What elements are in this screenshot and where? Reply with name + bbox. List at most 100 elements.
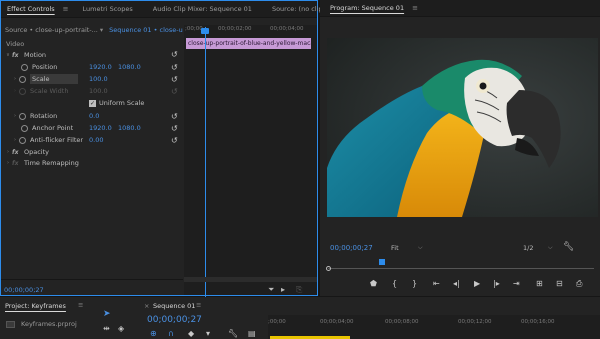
close-icon[interactable]: × bbox=[144, 302, 149, 310]
opacity-label: Opacity bbox=[24, 148, 50, 156]
extract-icon[interactable]: ⊟ bbox=[556, 280, 563, 288]
tools-panel: ➤ ⇹ ◈ bbox=[96, 305, 136, 339]
step-forward-icon[interactable]: |▸ bbox=[493, 280, 500, 288]
timeline-ruler[interactable]: ;00;00 00;00;04;00 00;00;08;00 00;00;12;… bbox=[268, 315, 600, 339]
position-row: Position 1920.0 1080.0 ↺ bbox=[1, 61, 183, 73]
play-only-audio-icon[interactable]: ▸ bbox=[281, 286, 285, 294]
project-file-name[interactable]: Keyframes.prproj bbox=[21, 320, 77, 328]
lift-icon[interactable]: ⊞ bbox=[536, 280, 543, 288]
project-tab[interactable]: Project: Keyframes bbox=[5, 302, 66, 310]
wrench-icon[interactable]: 🔧︎ bbox=[228, 330, 238, 338]
add-marker-icon[interactable]: ⬟ bbox=[370, 280, 377, 288]
reset-icon[interactable]: ↺ bbox=[171, 50, 178, 59]
stopwatch-icon[interactable] bbox=[19, 112, 26, 120]
dropdown-icon[interactable]: ⌵ bbox=[548, 244, 553, 252]
ruler-tick-label: 00;00;04;00 bbox=[320, 319, 354, 325]
fx-icon: fx bbox=[12, 159, 19, 167]
effect-controls-panel: Effect Controls ≡ Lumetri Scopes Audio C… bbox=[0, 0, 345, 297]
fx-icon[interactable]: fx bbox=[12, 52, 21, 59]
motion-effect-row[interactable]: ∨ fx Motion ↺ bbox=[1, 49, 183, 61]
project-panel: Project: Keyframes ≡ Keyframes.prproj bbox=[0, 297, 92, 339]
wrench-icon[interactable]: 🔧︎ bbox=[563, 242, 574, 252]
stopwatch-icon[interactable] bbox=[19, 136, 26, 144]
linked-selection-icon[interactable]: ∩ bbox=[168, 330, 174, 338]
sequence-tab[interactable]: Sequence 01 bbox=[153, 302, 195, 310]
panel-menu-icon[interactable]: ≡ bbox=[196, 301, 201, 309]
chevron-right-icon[interactable]: › bbox=[11, 76, 19, 82]
program-monitor-title[interactable]: Program: Sequence 01 bbox=[324, 4, 410, 12]
chevron-right-icon[interactable]: › bbox=[4, 149, 12, 155]
anti-flicker-value[interactable]: 0.00 bbox=[89, 136, 103, 144]
reset-icon[interactable]: ↺ bbox=[171, 63, 178, 72]
program-video-frame[interactable] bbox=[327, 38, 598, 217]
tab-audio-clip-mixer[interactable]: Audio Clip Mixer: Sequence 01 bbox=[147, 5, 258, 13]
playhead-handle[interactable] bbox=[201, 28, 209, 34]
position-label: Position bbox=[32, 63, 58, 71]
tab-effect-controls[interactable]: Effect Controls bbox=[1, 5, 61, 13]
time-remapping-row[interactable]: › fx Time Remapping bbox=[1, 157, 183, 169]
stopwatch-icon[interactable] bbox=[19, 75, 26, 83]
panel-menu-icon[interactable]: ≡ bbox=[412, 4, 418, 12]
program-timecode[interactable]: 00;00;00;27 bbox=[330, 244, 373, 252]
dropdown-icon[interactable]: ⌵ bbox=[418, 244, 423, 252]
captions-icon[interactable]: ▤ bbox=[248, 330, 256, 338]
uniform-scale-checkbox[interactable]: ✓ bbox=[89, 99, 96, 107]
selection-tool-icon[interactable]: ➤ bbox=[103, 310, 111, 319]
resolution-dropdown[interactable]: 1/2 bbox=[523, 244, 533, 252]
step-back-icon[interactable]: ◂| bbox=[453, 280, 460, 288]
timeline-panel: × Sequence 01 ≡ 00;00;00;27 ⊕ ∩ ◆ ▾ 🔧︎ ▤… bbox=[140, 297, 600, 339]
razor-tool-icon[interactable]: ◈ bbox=[118, 325, 124, 333]
export-icon[interactable]: ⎘ bbox=[296, 286, 302, 294]
program-timebar[interactable] bbox=[328, 268, 594, 269]
mark-in-icon[interactable]: { bbox=[392, 280, 397, 288]
go-to-out-icon[interactable]: ⇥ bbox=[513, 280, 520, 288]
marker-icon[interactable]: ▾ bbox=[206, 330, 210, 338]
stopwatch-icon[interactable] bbox=[21, 63, 28, 71]
scale-value[interactable]: 100.0 bbox=[89, 75, 108, 83]
camera-icon[interactable]: ⎙ bbox=[576, 280, 582, 288]
position-x-value[interactable]: 1920.0 bbox=[89, 63, 112, 71]
reset-icon[interactable]: ↺ bbox=[171, 136, 178, 145]
time-remapping-label: Time Remapping bbox=[24, 159, 79, 167]
timeline-scrollbar[interactable] bbox=[184, 277, 317, 282]
chevron-right-icon[interactable]: › bbox=[11, 137, 19, 143]
rotation-value[interactable]: 0.0 bbox=[89, 112, 99, 120]
anchor-x-value[interactable]: 1920.0 bbox=[89, 124, 112, 132]
timeline-timecode[interactable]: 00;00;00;27 bbox=[147, 315, 202, 325]
scale-row: › Scale 100.0 ↺ bbox=[1, 73, 183, 85]
current-timecode[interactable]: 00;00;00;27 bbox=[4, 286, 44, 294]
reset-icon[interactable]: ↺ bbox=[171, 124, 178, 133]
snap-icon[interactable]: ⊕ bbox=[150, 330, 157, 338]
chevron-right-icon[interactable]: › bbox=[11, 113, 19, 119]
uniform-scale-label: Uniform Scale bbox=[99, 99, 145, 107]
reset-icon[interactable]: ↺ bbox=[171, 75, 178, 84]
ruler-tick-label: 00;00;08;00 bbox=[385, 319, 419, 325]
anti-flicker-row: › Anti-flicker Filter 0.00 ↺ bbox=[1, 134, 183, 146]
add-marker-icon[interactable]: ◆ bbox=[188, 330, 194, 338]
position-y-value[interactable]: 1080.0 bbox=[118, 63, 141, 71]
anti-flicker-label: Anti-flicker Filter bbox=[30, 136, 84, 144]
panel-menu-icon[interactable]: ≡ bbox=[78, 301, 83, 309]
stopwatch-icon[interactable] bbox=[21, 124, 28, 132]
ripple-edit-tool-icon[interactable]: ⇹ bbox=[103, 325, 110, 333]
program-playhead[interactable] bbox=[379, 259, 385, 265]
tab-lumetri-scopes[interactable]: Lumetri Scopes bbox=[77, 5, 139, 13]
go-to-in-icon[interactable]: ⇤ bbox=[433, 280, 440, 288]
reset-icon[interactable]: ↺ bbox=[171, 112, 178, 121]
panel-menu-icon[interactable]: ≡ bbox=[63, 5, 69, 13]
playhead-line[interactable] bbox=[205, 27, 206, 297]
chevron-right-icon[interactable]: › bbox=[4, 160, 12, 166]
source-clip-label[interactable]: Source • close-up-portrait-... bbox=[5, 26, 98, 34]
chevron-down-icon[interactable]: ∨ bbox=[4, 52, 12, 58]
divider bbox=[1, 279, 183, 280]
play-icon[interactable]: ▶ bbox=[474, 280, 480, 288]
in-marker[interactable] bbox=[326, 266, 331, 271]
anchor-y-value[interactable]: 1080.0 bbox=[118, 124, 141, 132]
fit-dropdown[interactable]: Fit bbox=[391, 244, 399, 252]
effect-controls-timeline[interactable]: ;00;00 00;00;02;00 00;00;04;00 close-up-… bbox=[184, 25, 317, 297]
dropdown-icon[interactable]: ▾ bbox=[100, 26, 103, 34]
fx-icon[interactable]: fx bbox=[12, 149, 21, 156]
mark-out-icon[interactable]: } bbox=[412, 280, 417, 288]
sequence-clip-label[interactable]: Sequence 01 • close-up... bbox=[109, 26, 183, 34]
filter-icon[interactable]: ⏷ bbox=[268, 286, 274, 294]
